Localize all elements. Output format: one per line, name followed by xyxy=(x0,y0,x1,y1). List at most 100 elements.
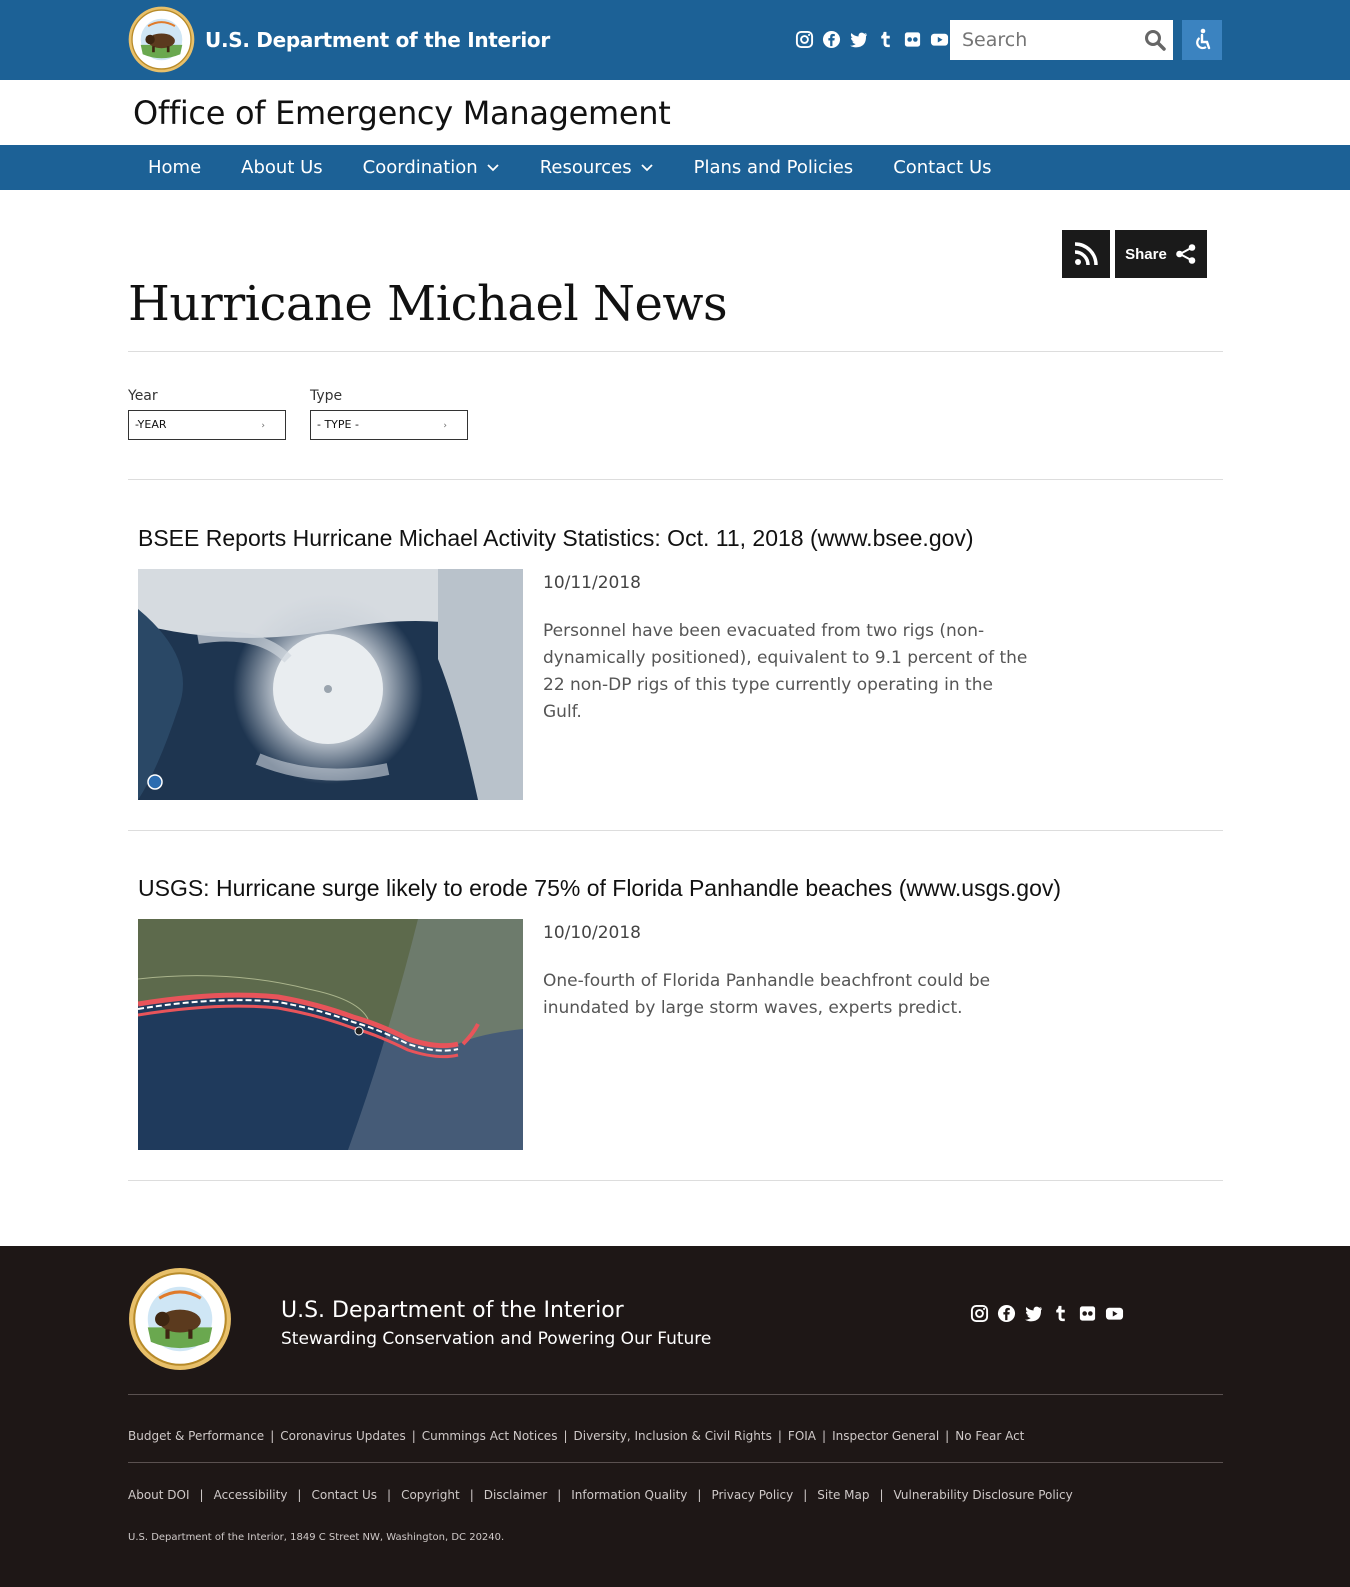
footer-link-copyright[interactable]: Copyright xyxy=(401,1488,460,1502)
type-select-value: - TYPE - xyxy=(317,418,359,431)
footer-agency-name: U.S. Department of the Interior xyxy=(281,1298,624,1323)
search-input[interactable] xyxy=(950,20,1135,60)
separator: | xyxy=(387,1488,392,1502)
divider xyxy=(128,1180,1223,1181)
divider xyxy=(128,830,1223,831)
twitter-icon[interactable] xyxy=(849,30,868,49)
page-title: Hurricane Michael News xyxy=(128,276,728,332)
footer-link-disclaimer[interactable]: Disclaimer xyxy=(484,1488,547,1502)
divider xyxy=(128,479,1223,480)
separator: | xyxy=(879,1488,884,1502)
separator: | xyxy=(822,1429,827,1443)
footer-link-cummings-act-notices[interactable]: Cummings Act Notices xyxy=(422,1429,558,1443)
news-date: 10/11/2018 xyxy=(543,573,641,593)
main-nav: Home About Us Coordination Resources Pla… xyxy=(0,145,1350,190)
youtube-icon[interactable] xyxy=(930,30,949,49)
nav-item-contact-us[interactable]: Contact Us xyxy=(873,145,1011,190)
nav-item-label: Home xyxy=(148,157,202,178)
tumblr-icon[interactable] xyxy=(1051,1304,1070,1323)
footer-link-coronavirus-updates[interactable]: Coronavirus Updates xyxy=(280,1429,405,1443)
search-icon[interactable] xyxy=(1143,28,1167,52)
nav-item-coordination[interactable]: Coordination xyxy=(343,145,520,190)
footer-links-primary: Budget & Performance | Coronavirus Update… xyxy=(128,1429,1024,1443)
year-select[interactable]: -YEAR › xyxy=(128,410,286,440)
footer-link-contact-us[interactable]: Contact Us xyxy=(311,1488,377,1502)
nav-item-label: Resources xyxy=(539,157,632,178)
doi-seal-logo[interactable] xyxy=(128,6,195,73)
year-select-value: -YEAR xyxy=(135,418,167,431)
chevron-right-icon: › xyxy=(443,421,447,431)
separator: | xyxy=(199,1488,204,1502)
facebook-icon[interactable] xyxy=(997,1304,1016,1323)
nav-item-plans-and-policies[interactable]: Plans and Policies xyxy=(674,145,874,190)
news-thumbnail-surge-map[interactable] xyxy=(138,919,523,1150)
type-filter-label: Type xyxy=(310,388,343,404)
separator: | xyxy=(563,1429,568,1443)
footer-divider xyxy=(128,1394,1223,1395)
separator: | xyxy=(557,1488,562,1502)
footer-divider xyxy=(128,1462,1223,1463)
instagram-icon[interactable] xyxy=(970,1304,989,1323)
news-title-link[interactable]: BSEE Reports Hurricane Michael Activity … xyxy=(138,525,974,552)
separator: | xyxy=(777,1429,782,1443)
footer-link-inspector-general[interactable]: Inspector General xyxy=(832,1429,939,1443)
nav-item-label: Contact Us xyxy=(893,157,992,178)
rss-button[interactable] xyxy=(1062,230,1110,278)
flickr-icon[interactable] xyxy=(1078,1304,1097,1323)
facebook-icon[interactable] xyxy=(822,30,841,49)
search-box xyxy=(950,20,1173,60)
year-filter-label: Year xyxy=(128,388,158,404)
rss-icon xyxy=(1074,242,1098,266)
nav-item-home[interactable]: Home xyxy=(128,145,221,190)
news-thumbnail-hurricane-satellite[interactable] xyxy=(138,569,523,800)
social-links-header xyxy=(795,30,949,49)
footer-links-secondary: About DOI | Accessibility | Contact Us | Co… xyxy=(128,1488,1073,1502)
surge-map-image xyxy=(138,919,523,1150)
footer-link-about-doi[interactable]: About DOI xyxy=(128,1488,190,1502)
separator: | xyxy=(697,1488,702,1502)
youtube-icon[interactable] xyxy=(1105,1304,1124,1323)
footer-link-no-fear-act[interactable]: No Fear Act xyxy=(955,1429,1024,1443)
footer-link-diversity[interactable]: Diversity, Inclusion & Civil Rights xyxy=(574,1429,772,1443)
separator: | xyxy=(803,1488,808,1502)
type-select[interactable]: - TYPE - › xyxy=(310,410,468,440)
nav-item-label: Coordination xyxy=(362,157,478,178)
footer-link-accessibility[interactable]: Accessibility xyxy=(214,1488,288,1502)
chevron-right-icon: › xyxy=(261,421,265,431)
footer-link-information-quality[interactable]: Information Quality xyxy=(571,1488,687,1502)
tumblr-icon[interactable] xyxy=(876,30,895,49)
nav-item-label: About Us xyxy=(241,157,323,178)
share-label: Share xyxy=(1125,245,1167,263)
agency-name[interactable]: U.S. Department of the Interior xyxy=(205,28,550,52)
chevron-down-icon xyxy=(487,163,499,171)
flickr-icon[interactable] xyxy=(903,30,922,49)
hurricane-satellite-image xyxy=(138,569,523,800)
divider xyxy=(128,351,1223,352)
nav-item-about-us[interactable]: About Us xyxy=(221,145,343,190)
office-title[interactable]: Office of Emergency Management xyxy=(133,94,671,132)
separator: | xyxy=(270,1429,275,1443)
footer-link-foia[interactable]: FOIA xyxy=(788,1429,816,1443)
nav-item-label: Plans and Policies xyxy=(693,157,854,178)
accessibility-button[interactable] xyxy=(1182,20,1222,60)
footer-link-site-map[interactable]: Site Map xyxy=(817,1488,869,1502)
footer-link-privacy-policy[interactable]: Privacy Policy xyxy=(711,1488,793,1502)
chevron-down-icon xyxy=(640,163,653,171)
social-links-footer xyxy=(970,1304,1124,1323)
footer-link-budget-performance[interactable]: Budget & Performance xyxy=(128,1429,264,1443)
footer-link-vulnerability-disclosure[interactable]: Vulnerability Disclosure Policy xyxy=(894,1488,1073,1502)
instagram-icon[interactable] xyxy=(795,30,814,49)
news-title-link[interactable]: USGS: Hurricane surge likely to erode 75… xyxy=(138,875,1061,902)
separator: | xyxy=(945,1429,950,1443)
twitter-icon[interactable] xyxy=(1024,1304,1043,1323)
separator: | xyxy=(469,1488,474,1502)
nav-item-resources[interactable]: Resources xyxy=(520,145,674,190)
share-button[interactable]: Share xyxy=(1115,230,1207,278)
news-date: 10/10/2018 xyxy=(543,923,641,943)
news-summary: One-fourth of Florida Panhandle beachfro… xyxy=(543,971,991,1018)
doi-seal-logo[interactable] xyxy=(128,1267,232,1371)
footer-tagline: Stewarding Conservation and Powering Our… xyxy=(281,1329,712,1349)
accessibility-icon xyxy=(1196,28,1211,50)
separator: | xyxy=(411,1429,416,1443)
footer-address: U.S. Department of the Interior, 1849 C … xyxy=(128,1532,505,1543)
